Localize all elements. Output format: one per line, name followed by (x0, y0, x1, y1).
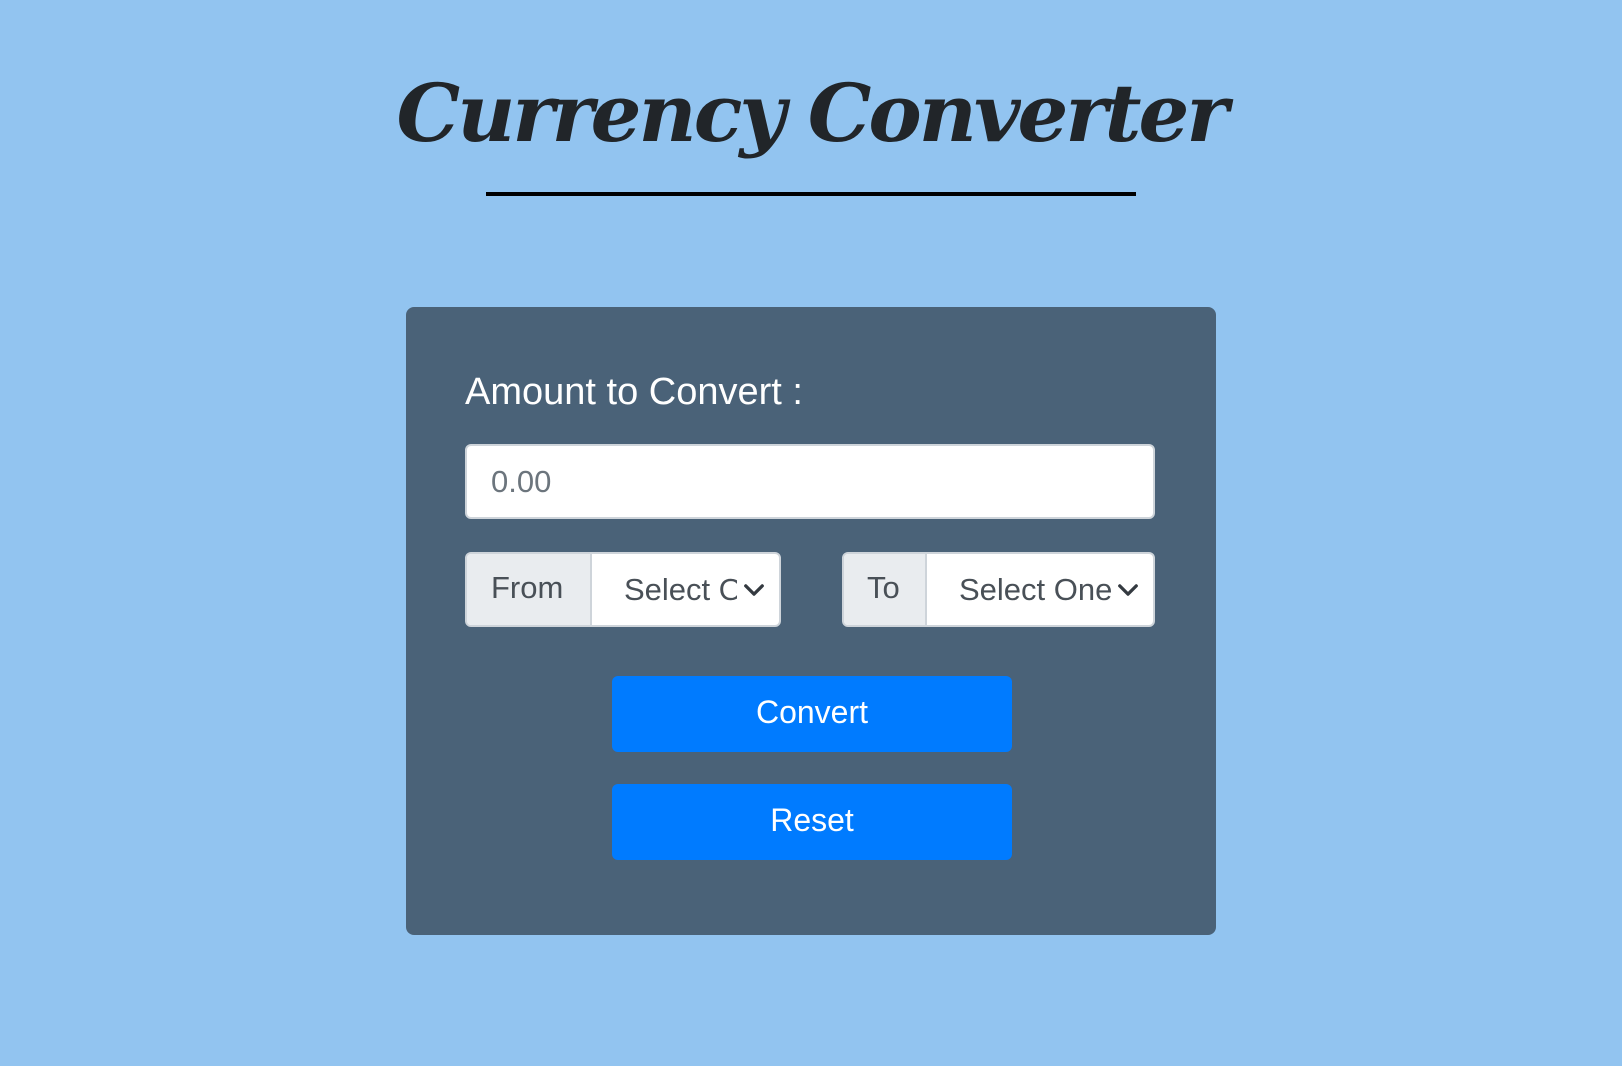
chevron-down-icon (744, 583, 764, 596)
amount-label: Amount to Convert : (465, 371, 803, 413)
page-header: Currency Converter (0, 0, 1622, 200)
from-currency-selected: Select One (624, 571, 737, 607)
from-currency-group: From Select One (465, 552, 781, 627)
convert-button[interactable]: Convert (612, 676, 1012, 752)
page-title: Currency Converter (396, 66, 1229, 160)
to-currency-select[interactable]: Select One (927, 554, 1153, 625)
converter-card: Amount to Convert : From Select One To S… (406, 307, 1216, 935)
to-currency-group: To Select One (842, 552, 1155, 627)
chevron-down-icon (1118, 583, 1138, 596)
reset-button[interactable]: Reset (612, 784, 1012, 860)
to-currency-selected: Select One (959, 571, 1111, 607)
from-currency-select[interactable]: Select One (592, 554, 779, 625)
title-underline (486, 192, 1136, 196)
from-label: From (467, 554, 592, 625)
amount-input[interactable] (465, 444, 1155, 519)
to-label: To (844, 554, 927, 625)
